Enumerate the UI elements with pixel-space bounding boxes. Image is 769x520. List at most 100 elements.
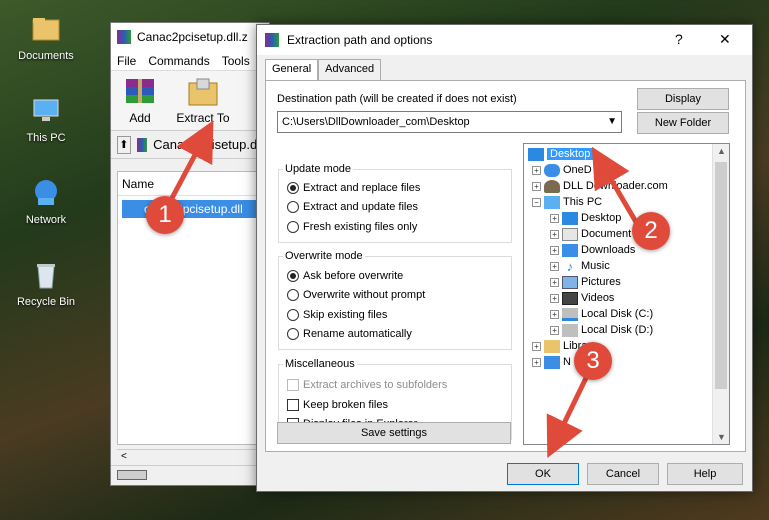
radio-rename-automatically[interactable]: Rename automatically xyxy=(287,328,412,340)
desktop-icon-network[interactable]: Network xyxy=(4,176,88,226)
tree-item-label: This PC xyxy=(563,196,603,208)
drive-icon xyxy=(562,307,578,321)
radio-checked[interactable] xyxy=(287,182,299,194)
save-settings-button[interactable]: Save settings xyxy=(277,422,511,444)
desktop-icon-label: This PC xyxy=(26,132,66,144)
address-text[interactable]: Canac2pcisetup.dll xyxy=(153,137,263,152)
radio-extract-replace[interactable]: Extract and replace files xyxy=(287,182,420,194)
scroll-down-icon[interactable]: ▼ xyxy=(713,432,730,442)
display-button[interactable]: Display xyxy=(637,88,729,110)
option-label: Extract archives to subfolders xyxy=(303,379,448,391)
option-label: Skip existing files xyxy=(303,309,388,321)
radio-unchecked[interactable] xyxy=(287,309,299,321)
menu-commands[interactable]: Commands xyxy=(148,54,209,68)
collapse-icon[interactable]: − xyxy=(532,197,541,207)
tab-advanced[interactable]: Advanced xyxy=(318,59,382,81)
recycle-bin-icon xyxy=(29,258,63,292)
drive-key-icon xyxy=(117,470,147,480)
expand-icon[interactable]: + xyxy=(550,229,559,239)
winrar-toolbar: Add Extract To xyxy=(111,71,269,131)
expand-icon[interactable]: + xyxy=(550,325,559,335)
option-label: Keep broken files xyxy=(303,399,388,411)
tree-item-desktop[interactable]: + Desktop xyxy=(550,210,621,226)
expand-icon[interactable]: + xyxy=(550,293,559,303)
tree-item-network[interactable]: + N xyxy=(532,354,571,370)
winrar-statusbar xyxy=(111,465,269,485)
tab-general[interactable]: General xyxy=(265,59,319,81)
tree-item-documents[interactable]: + Document xyxy=(550,226,631,242)
check-keep-broken[interactable]: Keep broken files xyxy=(287,399,388,411)
dialog-titlebar[interactable]: Extraction path and options ? ✕ xyxy=(257,25,752,55)
expand-icon[interactable]: + xyxy=(532,357,541,367)
radio-checked[interactable] xyxy=(287,270,299,282)
expand-icon[interactable]: + xyxy=(550,261,559,271)
help-button[interactable]: Help xyxy=(667,463,743,485)
new-folder-button[interactable]: New Folder xyxy=(637,112,729,134)
tree-item-local-disk-d[interactable]: + Local Disk (D:) xyxy=(550,322,653,338)
tree-item-label: Desktop xyxy=(547,148,594,160)
radio-unchecked[interactable] xyxy=(287,201,299,213)
radio-skip-existing[interactable]: Skip existing files xyxy=(287,309,387,321)
expand-icon[interactable]: + xyxy=(550,245,559,255)
expand-icon[interactable]: + xyxy=(532,165,541,175)
tree-item-label: DLL Downloader.com xyxy=(563,180,668,192)
tree-item-downloads[interactable]: + Downloads xyxy=(550,242,635,258)
radio-extract-update[interactable]: Extract and update files xyxy=(287,201,418,213)
tree-item-user[interactable]: + DLL Downloader.com xyxy=(532,178,668,194)
expand-icon[interactable]: + xyxy=(550,213,559,223)
horizontal-scrollbar[interactable]: < xyxy=(117,449,269,465)
tree-item-pictures[interactable]: + Pictures xyxy=(550,274,621,290)
add-button[interactable]: Add xyxy=(117,75,163,126)
menu-file[interactable]: File xyxy=(117,54,136,68)
destination-path-combo[interactable]: C:\Users\DllDownloader_com\Desktop ▼ xyxy=(277,111,622,133)
tree-item-label: Pictures xyxy=(581,276,621,288)
file-row[interactable]: canac2pcisetup.dll xyxy=(122,200,268,218)
radio-unchecked[interactable] xyxy=(287,328,299,340)
expand-icon[interactable]: + xyxy=(550,309,559,319)
scroll-up-icon[interactable]: ▲ xyxy=(713,146,730,156)
checkbox-unchecked[interactable] xyxy=(287,399,299,411)
desktop-icon-recycle-bin[interactable]: Recycle Bin xyxy=(4,258,88,308)
tree-item-onedrive[interactable]: + OneD xyxy=(532,162,592,178)
dialog-tabs: General Advanced xyxy=(265,59,382,81)
music-icon: ♪ xyxy=(566,258,574,274)
checkbox-disabled xyxy=(287,379,299,391)
winrar-menubar: File Commands Tools xyxy=(111,51,269,71)
tree-item-label: Music xyxy=(581,260,610,272)
destination-path-value: C:\Users\DllDownloader_com\Desktop xyxy=(282,116,470,128)
tree-scrollbar[interactable]: ▲ ▼ xyxy=(712,144,729,444)
radio-unchecked[interactable] xyxy=(287,221,299,233)
help-title-button[interactable]: ? xyxy=(675,31,683,47)
chevron-down-icon[interactable]: ▼ xyxy=(607,112,617,132)
desktop-icon-label: Network xyxy=(25,214,67,226)
tree-item-local-disk-c[interactable]: + Local Disk (C:) xyxy=(550,306,653,322)
tree-item-desktop-root[interactable]: Desktop xyxy=(528,146,594,162)
tree-item-videos[interactable]: + Videos xyxy=(550,290,614,306)
tree-item-this-pc[interactable]: − This PC xyxy=(532,194,602,210)
tree-item-label: N xyxy=(563,356,571,368)
up-folder-icon[interactable]: ⬆ xyxy=(117,135,131,154)
expand-icon[interactable]: + xyxy=(550,277,559,287)
radio-ask-before[interactable]: Ask before overwrite xyxy=(287,270,403,282)
radio-overwrite-without-prompt[interactable]: Overwrite without prompt xyxy=(287,289,425,301)
desktop-icon-documents[interactable]: Documents xyxy=(4,12,88,62)
archive-add-icon xyxy=(120,75,160,109)
column-name[interactable]: Name xyxy=(118,172,268,196)
scroll-left-icon[interactable]: < xyxy=(121,451,127,462)
pictures-icon xyxy=(562,275,578,289)
tree-item-music[interactable]: + ♪ Music xyxy=(550,258,610,274)
extract-to-button[interactable]: Extract To xyxy=(175,75,231,126)
winrar-app-icon xyxy=(117,30,131,44)
radio-fresh-existing[interactable]: Fresh existing files only xyxy=(287,221,417,233)
menu-tools[interactable]: Tools xyxy=(222,54,250,68)
radio-unchecked[interactable] xyxy=(287,289,299,301)
desktop-icon-this-pc[interactable]: This PC xyxy=(4,94,88,144)
close-icon[interactable]: ✕ xyxy=(719,31,731,48)
scroll-thumb[interactable] xyxy=(715,162,727,389)
winrar-titlebar[interactable]: Canac2pcisetup.dll.z xyxy=(111,23,269,51)
callout-1: 1 xyxy=(146,196,184,234)
expand-icon[interactable]: + xyxy=(532,181,541,191)
cancel-button[interactable]: Cancel xyxy=(587,463,659,485)
expand-icon[interactable]: + xyxy=(532,341,541,351)
ok-button[interactable]: OK xyxy=(507,463,579,485)
